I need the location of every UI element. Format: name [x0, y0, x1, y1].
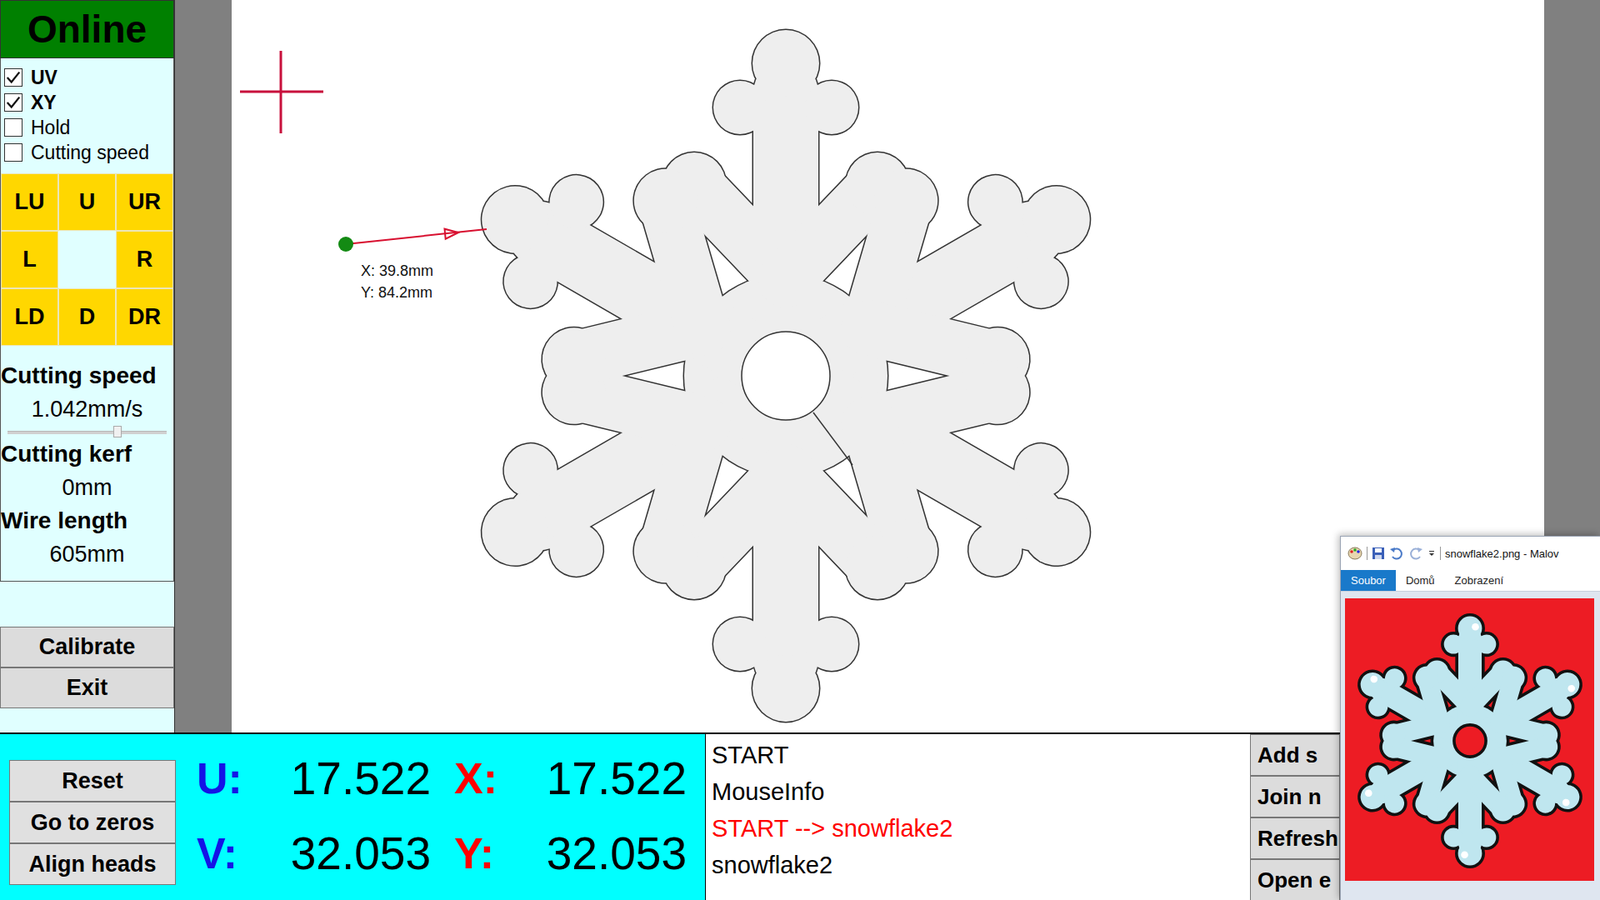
snowflake-shape [423, 29, 1150, 724]
log-list: STARTMouseInfoSTART --> snowflake2snowfl… [705, 734, 1250, 900]
coordinates-panel: ResetGo to zerosAlign headsU:17.522X:17.… [0, 734, 705, 900]
paint-palette-icon [1347, 545, 1363, 561]
start-point[interactable] [338, 236, 354, 252]
action-button[interactable]: Open e [1250, 859, 1340, 900]
control-panel: Online UVXYHoldCutting speed LUUUR LR LDDDR C… [0, 0, 175, 733]
axis-label: U: [196, 753, 257, 804]
paint-title-bar[interactable]: snowflake2.png - Malov [1340, 536, 1600, 570]
axis-value: 32.053 [256, 826, 431, 880]
axis-label: V: [196, 828, 257, 879]
check-icon [5, 69, 22, 86]
ribbon-tabs: SouborDomůZobrazení [1340, 570, 1600, 591]
save-icon[interactable] [1371, 546, 1385, 560]
undo-icon[interactable] [1389, 546, 1405, 560]
marker-x-label: X: 39.8mm [360, 262, 434, 280]
action-button[interactable]: Refresh [1250, 817, 1340, 860]
axis-value: 17.522 [514, 751, 687, 805]
jog-blank [58, 230, 116, 289]
setting: Wire length605mm [0, 504, 174, 571]
snowflake-image[interactable] [1345, 598, 1595, 881]
foam-cutter-app: Online UVXYHoldCutting speed LUUUR LR LDDDR C… [0, 0, 1600, 900]
jog-key[interactable]: UR [115, 173, 174, 231]
lead-in-line [813, 412, 853, 465]
paint-canvas-area [1340, 590, 1600, 900]
slider-thumb[interactable] [113, 425, 122, 438]
option-checkbox[interactable]: XY [4, 90, 170, 115]
side-button[interactable]: Calibrate [0, 626, 175, 668]
axis-label: X: [430, 753, 515, 804]
bottom-button[interactable]: Go to zeros [9, 801, 176, 844]
dropdown-arrow-icon[interactable] [1427, 546, 1436, 560]
axis-label: Y: [430, 828, 515, 879]
center-hole [741, 331, 830, 420]
ribbon-tab[interactable]: Domů [1395, 570, 1445, 591]
bottom-button[interactable]: Reset [9, 760, 176, 802]
log-entry[interactable]: snowflake2 [711, 846, 1250, 884]
option-checkbox[interactable]: Hold [4, 115, 170, 140]
side-button[interactable]: Exit [0, 667, 175, 709]
log-entry[interactable]: MouseInfo [711, 773, 1250, 810]
jog-key[interactable]: DR [115, 288, 174, 346]
jog-grid: LUUUR LR LDDDR [0, 173, 174, 346]
checkbox-box[interactable] [4, 118, 23, 137]
crosshair-icon [240, 50, 324, 134]
option-checkbox[interactable]: UV [4, 65, 170, 90]
snowflake-picture [1345, 613, 1595, 869]
axis-value: 17.522 [256, 751, 431, 805]
arrow-head-icon [445, 229, 460, 240]
action-button[interactable]: Join n [1250, 775, 1340, 818]
jog-key[interactable]: LD [0, 288, 59, 346]
paint-window[interactable]: snowflake2.png - MalovSouborDomůZobrazen… [1340, 535, 1600, 900]
ribbon-tab[interactable]: Soubor [1340, 570, 1396, 591]
check-icon [5, 94, 22, 111]
setting: Cutting speed1.042mm/s [0, 359, 174, 438]
jog-key[interactable]: U [58, 173, 116, 231]
checkbox-box[interactable] [4, 68, 23, 87]
move-arrow [345, 229, 487, 245]
checkbox-box[interactable] [4, 143, 23, 162]
setting: Cutting kerf0mm [0, 437, 174, 505]
jog-key[interactable]: LU [0, 173, 59, 231]
option-checkbox[interactable]: Cutting speed [4, 140, 170, 165]
jog-key[interactable]: D [58, 288, 116, 346]
axis-value: 32.053 [514, 826, 687, 880]
jog-key[interactable]: L [0, 230, 59, 289]
ribbon-tab[interactable]: Zobrazení [1445, 570, 1515, 591]
speed-slider[interactable] [7, 425, 167, 438]
jog-key[interactable]: R [115, 230, 174, 289]
redo-icon[interactable] [1408, 546, 1424, 560]
checkbox-box[interactable] [4, 93, 23, 112]
bottom-button[interactable]: Align heads [9, 843, 176, 885]
action-button[interactable]: Add s [1250, 734, 1340, 776]
log-entry[interactable]: START --> snowflake2 [711, 810, 1250, 847]
marker-y-label: Y: 84.2mm [360, 284, 433, 301]
status-header: Online [0, 0, 175, 59]
log-entry[interactable]: START [711, 736, 1250, 774]
